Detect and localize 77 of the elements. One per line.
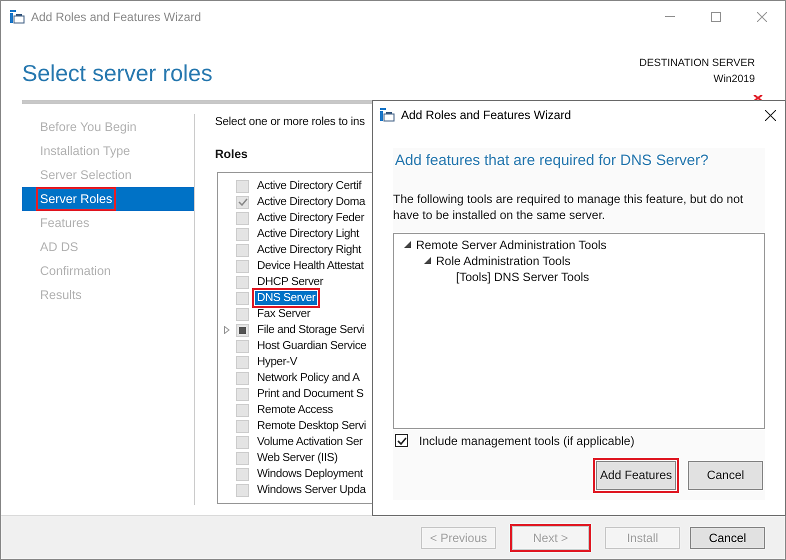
role-item[interactable]: Device Health Attestat <box>257 259 364 274</box>
include-tools-checkbox[interactable] <box>395 434 408 447</box>
dialog-button[interactable]: Cancel <box>688 460 763 490</box>
nav-item[interactable]: Server Roles <box>22 187 194 211</box>
role-checkbox[interactable] <box>236 452 249 465</box>
nav-label: Before You Begin <box>40 118 137 136</box>
window-title: Add Roles and Features Wizard <box>31 8 202 26</box>
role-item[interactable]: Remote Access <box>257 403 333 418</box>
role-checkbox[interactable] <box>236 228 249 241</box>
app-icon <box>9 8 25 24</box>
check-icon <box>396 436 406 444</box>
expand-arrow-icon[interactable] <box>404 241 410 248</box>
role-item[interactable]: Fax Server <box>257 307 310 322</box>
role-checkbox[interactable] <box>236 484 249 497</box>
role-item[interactable]: Active Directory Light <box>257 227 360 242</box>
wizard-button[interactable]: Cancel <box>690 526 765 548</box>
role-checkbox[interactable] <box>236 404 249 417</box>
tree-item[interactable]: Role Administration Tools <box>436 252 571 270</box>
role-item[interactable]: DNS Server <box>255 291 318 306</box>
role-item[interactable]: Network Policy and A <box>257 371 360 386</box>
role-checkbox[interactable] <box>236 308 249 321</box>
close-icon <box>757 12 767 22</box>
tree-item[interactable]: [Tools] DNS Server Tools <box>456 268 590 286</box>
check-icon <box>238 198 248 206</box>
nav-label: Installation Type <box>40 142 130 160</box>
role-checkbox[interactable] <box>236 196 249 209</box>
role-item[interactable]: Active Directory Doma <box>257 195 366 210</box>
role-item[interactable]: Active Directory Certif <box>257 179 362 194</box>
role-item[interactable]: Volume Activation Ser <box>257 435 363 450</box>
role-checkbox[interactable] <box>236 372 249 385</box>
role-checkbox[interactable] <box>236 324 249 337</box>
role-checkbox[interactable] <box>236 388 249 401</box>
role-item[interactable]: Remote Desktop Servi <box>257 419 366 434</box>
page-heading: Select server roles <box>22 59 212 88</box>
role-checkbox[interactable] <box>236 180 249 193</box>
minimize-icon <box>665 16 675 17</box>
dialog-heading: Add features that are required for DNS Server? <box>394 151 710 171</box>
role-checkbox[interactable] <box>236 356 249 369</box>
include-tools-label: Include management tools (if applicable) <box>419 432 634 450</box>
nav-label: Features <box>40 214 90 232</box>
role-item[interactable]: Windows Deployment <box>257 467 363 482</box>
nav-label: Results <box>40 286 82 304</box>
maximize-icon <box>711 12 721 22</box>
role-checkbox[interactable] <box>236 244 249 257</box>
role-item[interactable]: Active Directory Right <box>257 243 361 258</box>
destination-server: Win2019 <box>714 72 755 87</box>
role-item[interactable]: Host Guardian Service <box>257 339 366 354</box>
partial-check-icon <box>239 326 246 334</box>
role-item[interactable]: Print and Document S <box>257 387 364 402</box>
role-item[interactable]: Web Server (IIS) <box>257 451 338 466</box>
role-checkbox[interactable] <box>236 420 249 433</box>
dialog-description: The following tools are required to manage this feature, but do not have to be installed on the same server. <box>393 190 744 222</box>
expand-arrow-icon[interactable] <box>424 257 430 264</box>
highlight-frame: Server Roles <box>36 186 116 212</box>
role-checkbox[interactable] <box>236 468 249 481</box>
role-item[interactable]: Windows Server Upda <box>257 483 366 498</box>
role-checkbox[interactable] <box>236 276 249 289</box>
role-item[interactable]: Hyper-V <box>257 355 298 370</box>
role-checkbox[interactable] <box>236 260 249 273</box>
role-checkbox[interactable] <box>236 340 249 353</box>
destination-label: DESTINATION SERVER <box>639 56 755 71</box>
nav-label: Server Selection <box>40 166 132 184</box>
role-item[interactable]: DHCP Server <box>257 275 324 290</box>
role-item[interactable]: Active Directory Feder <box>257 211 364 226</box>
roles-label: Roles <box>215 146 248 164</box>
role-item[interactable]: File and Storage Servi <box>257 323 364 338</box>
tree-item[interactable]: Remote Server Administration Tools <box>416 236 607 254</box>
close-icon <box>764 110 776 120</box>
instruction-text: Select one or more roles to ins <box>215 115 365 130</box>
dialog-app-icon <box>379 107 395 123</box>
role-checkbox[interactable] <box>236 436 249 449</box>
role-checkbox[interactable] <box>236 212 249 225</box>
warning-flag-icon <box>753 95 763 101</box>
role-checkbox[interactable] <box>236 292 249 305</box>
nav-label: AD DS <box>40 238 78 256</box>
dialog-title: Add Roles and Features Wizard <box>401 107 572 124</box>
nav-label: Confirmation <box>40 262 111 280</box>
